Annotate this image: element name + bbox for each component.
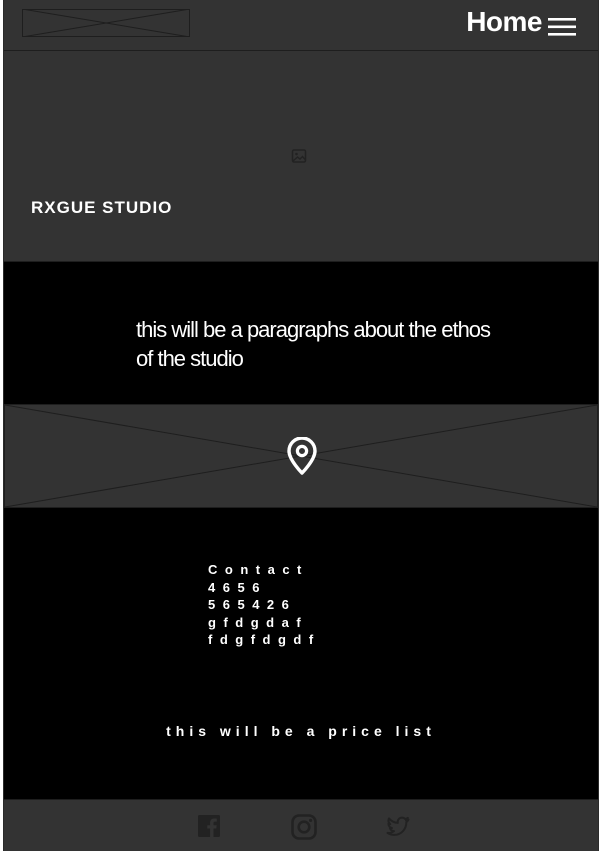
contact-block: Contact 4656 565426 gfdgdaf fdgfdgdf bbox=[208, 561, 321, 649]
hero-section: RXGUE STUDIO bbox=[4, 51, 598, 262]
logo-placeholder[interactable] bbox=[22, 9, 190, 37]
hamburger-menu-icon[interactable] bbox=[548, 16, 576, 38]
price-list-text: this will be a price list bbox=[166, 723, 436, 739]
twitter-icon[interactable] bbox=[385, 814, 411, 840]
footer-bar bbox=[4, 799, 598, 851]
contact-line: gfdgdaf bbox=[208, 614, 309, 630]
map-placeholder[interactable] bbox=[4, 404, 598, 508]
facebook-icon[interactable] bbox=[197, 814, 221, 838]
contact-line: 565426 bbox=[208, 597, 297, 612]
page-frame: Home RXGUE STUDIO this will be a paragra… bbox=[3, 0, 599, 851]
image-placeholder-icon bbox=[291, 149, 307, 163]
header-bar: Home bbox=[4, 0, 598, 51]
contact-heading: Contact bbox=[208, 562, 309, 577]
ethos-paragraph: this will be a paragraphs about the etho… bbox=[136, 317, 491, 371]
studio-title: RXGUE STUDIO bbox=[31, 198, 173, 217]
contact-line: fdgfdgdf bbox=[208, 632, 321, 647]
contact-line: 4656 bbox=[208, 579, 267, 595]
location-pin-icon bbox=[287, 437, 317, 475]
instagram-icon[interactable] bbox=[291, 814, 317, 840]
nav-home-link[interactable]: Home bbox=[466, 6, 542, 38]
